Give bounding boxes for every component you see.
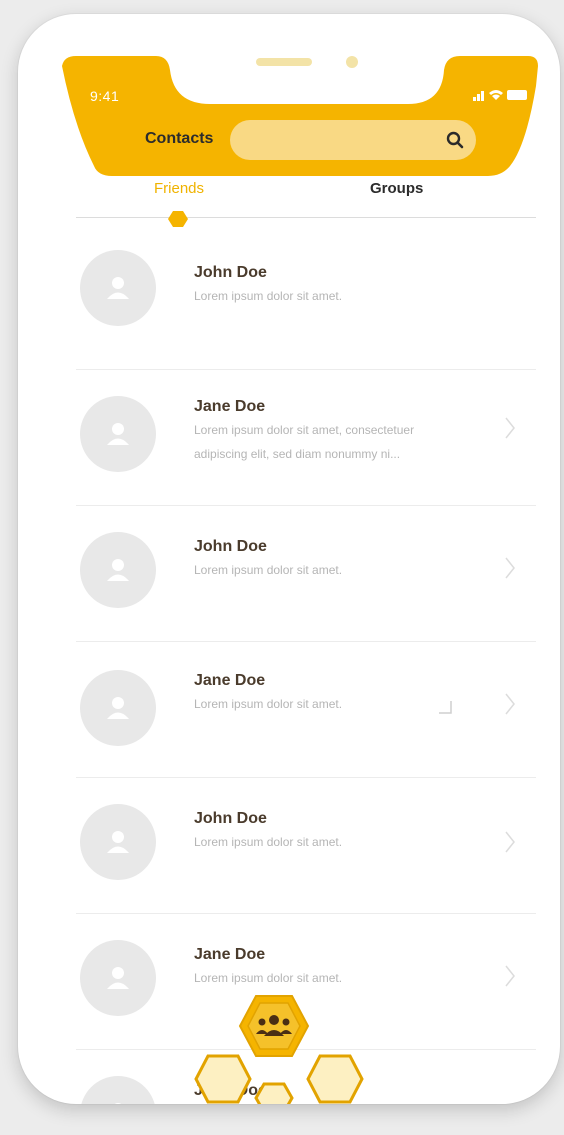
tab-bar: Friends Groups — [76, 170, 536, 230]
search-bar[interactable] — [230, 120, 476, 162]
contact-name: John Doe — [194, 538, 267, 555]
status-time: 9:41 — [90, 88, 120, 104]
phone-frame: 9:41 Contacts Friends Groups John Doe Lo… — [18, 14, 560, 1104]
avatar — [80, 250, 156, 326]
chevron-right-icon[interactable] — [504, 964, 516, 988]
avatar — [80, 940, 156, 1016]
avatar — [80, 804, 156, 880]
search-icon[interactable] — [446, 131, 464, 149]
contact-name: John Doe — [194, 264, 267, 281]
avatar — [80, 396, 156, 472]
list-item[interactable]: John Doe Lorem ipsum dolor sit amet. — [76, 778, 536, 914]
speaker-grille — [256, 58, 312, 66]
contact-preview-line2: adipiscing elit, sed diam nonummy ni... — [194, 447, 401, 461]
contact-preview: Lorem ipsum dolor sit amet. — [194, 289, 343, 303]
user-icon — [107, 697, 129, 719]
avatar — [80, 1076, 156, 1104]
search-input[interactable] — [244, 120, 448, 162]
group-menu-button[interactable] — [238, 995, 310, 1057]
contact-preview: Lorem ipsum dolor sit amet. — [194, 971, 343, 985]
corner-mark-icon — [439, 701, 452, 714]
list-item[interactable]: John Doe Lorem ipsum dolor sit amet. — [76, 506, 536, 642]
tab-divider — [76, 217, 536, 218]
user-icon — [107, 831, 129, 853]
chevron-right-icon[interactable] — [504, 416, 516, 440]
signal-icon — [473, 91, 484, 101]
user-icon — [114, 1103, 122, 1104]
hex-button-right[interactable] — [306, 1054, 364, 1104]
chevron-right-icon[interactable] — [504, 692, 516, 716]
page-title: Contacts — [145, 130, 214, 147]
chevron-right-icon[interactable] — [504, 830, 516, 854]
list-item[interactable]: John Doe Lorem ipsum dolor sit amet. — [76, 234, 536, 370]
honeycomb-menu — [194, 995, 364, 1104]
contact-name: Jane Doe — [194, 672, 266, 689]
hex-button-left[interactable] — [194, 1054, 252, 1104]
avatar — [80, 670, 156, 746]
camera-dot — [346, 56, 358, 68]
wifi-icon — [489, 90, 503, 100]
contact-preview: Lorem ipsum dolor sit amet. — [194, 563, 343, 577]
contact-name: Jane Doe — [194, 398, 266, 415]
user-icon — [107, 423, 129, 445]
tab-friends[interactable]: Friends — [154, 180, 204, 197]
user-icon — [107, 559, 129, 581]
battery-icon — [507, 90, 527, 100]
tab-groups[interactable]: Groups — [370, 180, 423, 197]
user-icon — [107, 967, 129, 989]
status-icons — [473, 88, 529, 107]
chevron-right-icon[interactable] — [504, 556, 516, 580]
user-icon — [107, 277, 129, 299]
contact-preview: Lorem ipsum dolor sit amet. — [194, 835, 343, 849]
contact-name: Jane Doe — [194, 946, 266, 963]
contact-name: John Doe — [194, 810, 267, 827]
hex-button-center[interactable] — [254, 1082, 294, 1104]
avatar — [80, 532, 156, 608]
list-item[interactable]: Jane Doe Lorem ipsum dolor sit amet, con… — [76, 370, 536, 506]
active-tab-indicator — [168, 211, 188, 227]
contact-preview: Lorem ipsum dolor sit amet, consectetuer — [194, 423, 415, 437]
list-item[interactable]: Jane Doe Lorem ipsum dolor sit amet. — [76, 642, 536, 778]
